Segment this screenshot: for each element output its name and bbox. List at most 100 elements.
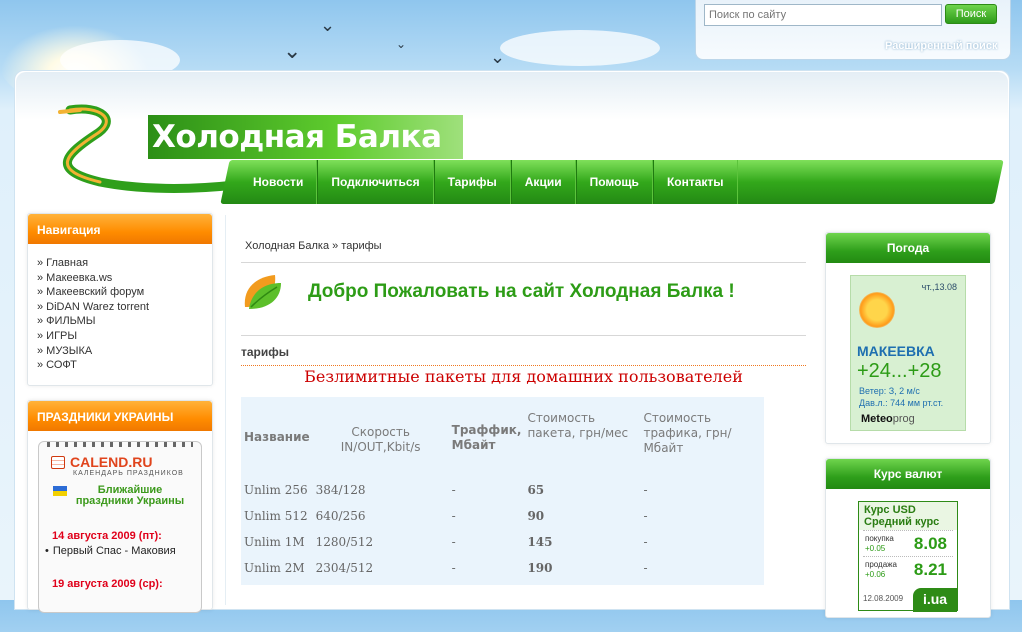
holidays-title: ПРАЗДНИКИ УКРАИНЫ xyxy=(28,400,212,431)
column-header-traffic: Траффик, Мбайт xyxy=(451,423,522,452)
tariff-table-panel: Название Скорость IN/OUT,Kbit/s Траффик,… xyxy=(241,397,764,585)
breadcrumb[interactable]: Холодная Балка » тарифы xyxy=(245,240,382,252)
cell-speed: 1280/512 xyxy=(315,535,374,549)
table-row: Unlim 256 384/128 - 65 - xyxy=(241,477,764,503)
column-header-name: Название xyxy=(244,429,310,444)
cell-traffic-price: - xyxy=(643,509,648,523)
sidebar-item-forum[interactable]: » Макеевский форум xyxy=(37,286,144,298)
calend-subtitle: КАЛЕНДАРЬ ПРАЗДНИКОВ xyxy=(73,469,184,477)
iua-logo[interactable]: i.ua xyxy=(913,588,957,612)
column-header-traffic-price: Стоимость трафика, грн/Мбайт xyxy=(643,411,732,455)
weather-temperature: +24...+28 xyxy=(857,360,942,382)
section-title: тарифы xyxy=(241,345,290,359)
weather-city: МАКЕЕВКА xyxy=(857,343,935,359)
currency-title: Курс валют xyxy=(826,459,990,489)
advanced-search-link[interactable]: Расширенный поиск xyxy=(885,40,997,52)
bird-icon: ⌄ xyxy=(320,15,336,35)
cell-traffic: - xyxy=(451,483,456,497)
cell-name: Unlim 1M xyxy=(244,535,305,549)
bird-icon: ⌄ xyxy=(396,37,407,51)
packages-title: Безлимитные пакеты для домашних пользова… xyxy=(304,367,743,386)
currency-date: 12.08.2009 xyxy=(863,594,904,603)
weather-wind: Ветер: З, 2 м/с xyxy=(859,386,920,396)
table-row: Unlim 512 640/256 - 90 - xyxy=(241,503,764,529)
column-header-speed: Скорость IN/OUT,Kbit/s xyxy=(340,425,421,454)
tariff-table: Название Скорость IN/OUT,Kbit/s Траффик,… xyxy=(241,397,764,581)
sidebar-item-games[interactable]: » ИГРЫ xyxy=(37,330,77,342)
nav-contacts[interactable]: Контакты xyxy=(652,160,738,204)
weather-pressure: Дав.л.: 744 мм рт.ст. xyxy=(859,398,944,408)
cell-package-price: 190 xyxy=(527,561,553,575)
calendar-rings xyxy=(47,441,193,447)
table-header-row: Название Скорость IN/OUT,Kbit/s Траффик,… xyxy=(241,397,764,477)
cloud-decoration xyxy=(500,30,660,66)
search-button[interactable]: Поиск xyxy=(945,4,997,24)
nav-tariffs[interactable]: Тарифы xyxy=(433,160,511,204)
column-header-package-price: Стоимость пакета, грн/мес xyxy=(527,411,629,440)
sidebar-item-soft[interactable]: » СОФТ xyxy=(37,359,77,371)
calend-logo[interactable]: CALEND.RU xyxy=(51,454,152,470)
cell-name: Unlim 2M xyxy=(244,561,305,575)
cell-speed: 2304/512 xyxy=(315,561,374,575)
sell-delta: +0.06 xyxy=(865,570,886,579)
sidebar-item-music[interactable]: » МУЗЫКА xyxy=(37,345,92,357)
cell-traffic: - xyxy=(451,509,456,523)
cell-traffic: - xyxy=(451,561,456,575)
cell-package-price: 145 xyxy=(527,535,553,549)
navigation-box: Навигация » Главная » Макеевка.ws » Маке… xyxy=(27,213,213,386)
nav-news[interactable]: Новости xyxy=(240,160,318,204)
buy-label: покупка xyxy=(865,534,894,543)
cell-package-price: 90 xyxy=(527,509,545,523)
divider xyxy=(241,335,806,336)
nav-connect[interactable]: Подключиться xyxy=(317,160,434,204)
nav-help[interactable]: Помощь xyxy=(575,160,653,204)
site-title: Холодная Балка xyxy=(148,115,463,159)
upcoming-holidays-heading: Ближайшие праздники Украины xyxy=(75,483,185,507)
sidebar-item-makeevka-ws[interactable]: » Макеевка.ws xyxy=(37,272,112,284)
cell-traffic-price: - xyxy=(643,483,648,497)
weather-box: Погода чт.,13.08 МАКЕЕВКА +24...+28 Вете… xyxy=(825,232,991,444)
currency-box: Курс валют Курс USD Средний курс покупка… xyxy=(825,458,991,618)
sidebar-item-home[interactable]: » Главная xyxy=(37,257,88,269)
sidebar-item-torrent[interactable]: » DiDAN Warez torrent xyxy=(37,301,149,313)
sell-label: продажа xyxy=(865,560,897,569)
left-sidebar: Навигация » Главная » Макеевка.ws » Маке… xyxy=(27,213,213,624)
sell-value: 8.21 xyxy=(913,560,947,579)
cell-traffic-price: - xyxy=(643,535,648,549)
sidebar-item-films[interactable]: » ФИЛЬМЫ xyxy=(37,315,96,327)
cell-package-price: 65 xyxy=(527,483,545,497)
currency-card-title: Курс USD Средний курс xyxy=(859,502,957,530)
holiday-calendar-widget: CALEND.RU КАЛЕНДАРЬ ПРАЗДНИКОВ Ближайшие… xyxy=(38,440,202,613)
meteoprog-logo[interactable]: Meteoprog xyxy=(861,413,915,425)
divider xyxy=(241,262,806,263)
weather-widget[interactable]: чт.,13.08 МАКЕЕВКА +24...+28 Ветер: З, 2… xyxy=(850,275,966,431)
cell-speed: 640/256 xyxy=(315,509,366,523)
currency-buy-row: покупка +0.05 8.08 xyxy=(863,530,953,556)
holiday-date: 19 августа 2009 (ср): xyxy=(52,577,163,590)
holidays-box: ПРАЗДНИКИ УКРАИНЫ CALEND.RU КАЛЕНДАРЬ ПР… xyxy=(27,399,213,613)
currency-sell-row: продажа +0.06 8.21 xyxy=(863,556,953,582)
cell-speed: 384/128 xyxy=(315,483,366,497)
ukraine-flag-icon xyxy=(53,485,67,496)
holiday-event[interactable]: Первый Спас - Маковия xyxy=(45,545,176,557)
main-content: Холодная Балка » тарифы Добро Пожаловать… xyxy=(225,215,815,605)
cell-name: Unlim 256 xyxy=(244,483,308,497)
buy-value: 8.08 xyxy=(913,534,947,553)
leaf-icon xyxy=(244,275,281,309)
weather-title: Погода xyxy=(826,233,990,263)
search-input[interactable] xyxy=(704,4,942,26)
bird-icon: ⌄ xyxy=(490,47,506,67)
cell-name: Unlim 512 xyxy=(244,509,308,523)
cell-traffic: - xyxy=(451,535,456,549)
nav-promos[interactable]: Акции xyxy=(510,160,576,204)
dotted-divider xyxy=(241,365,806,366)
table-row: Unlim 1M 1280/512 - 145 - xyxy=(241,529,764,555)
welcome-heading: Добро Пожаловать на сайт Холодная Балка … xyxy=(308,281,735,302)
table-row: Unlim 2M 2304/512 - 190 - xyxy=(241,555,764,581)
navigation-title: Навигация xyxy=(28,214,212,244)
right-sidebar: Погода чт.,13.08 МАКЕЕВКА +24...+28 Вете… xyxy=(825,232,991,632)
search-panel: Поиск Расширенный поиск xyxy=(695,0,1011,60)
holiday-date: 14 августа 2009 (пт): xyxy=(52,529,162,542)
currency-widget[interactable]: Курс USD Средний курс покупка +0.05 8.08… xyxy=(858,501,958,612)
main-nav: Новости Подключиться Тарифы Акции Помощь… xyxy=(240,160,738,204)
